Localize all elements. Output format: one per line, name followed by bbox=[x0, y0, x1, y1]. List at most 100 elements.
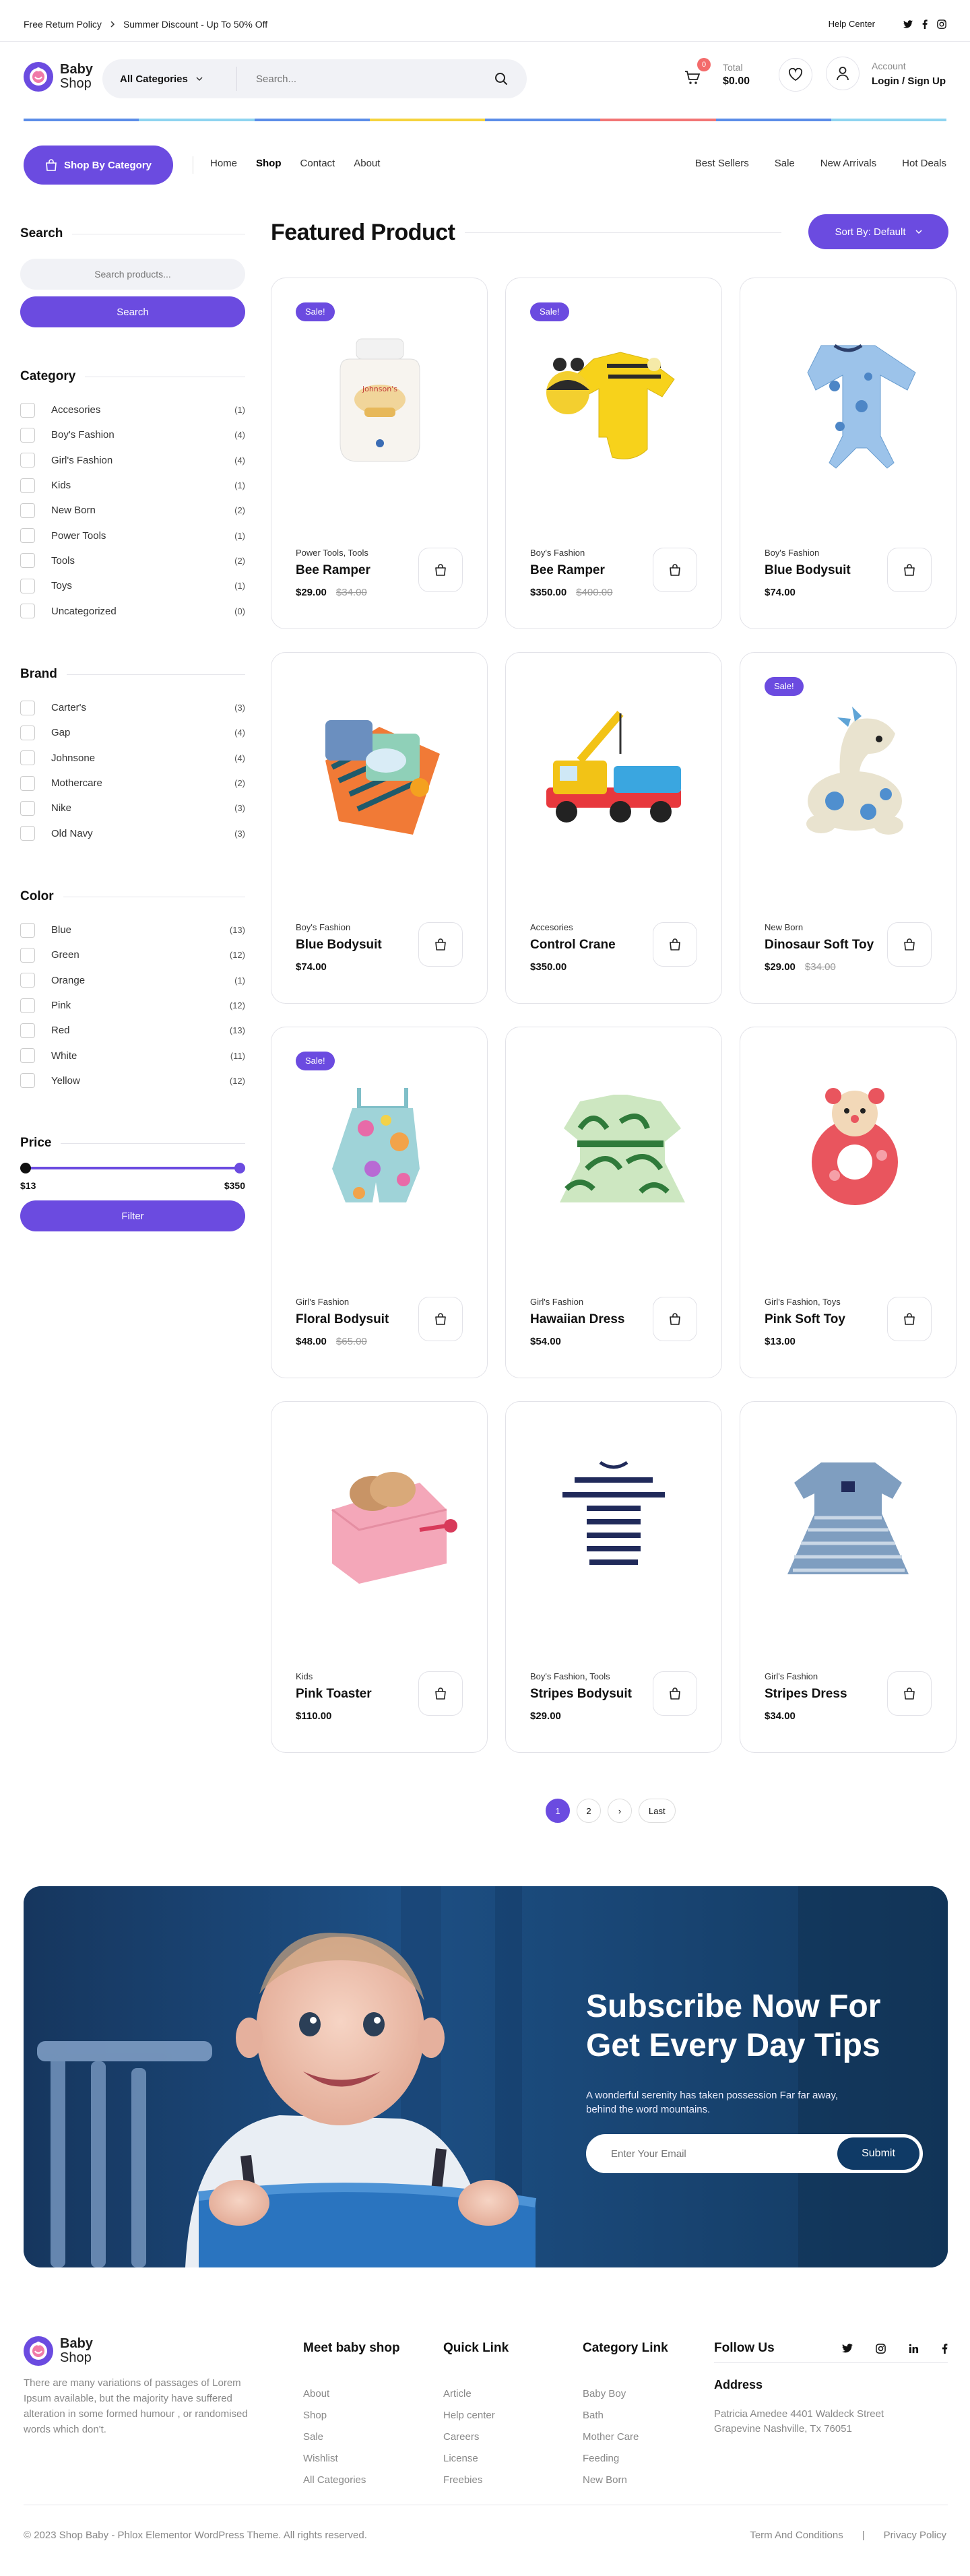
add-to-cart-button[interactable] bbox=[887, 548, 932, 592]
footer-link[interactable]: About bbox=[303, 2388, 400, 2410]
category-filter-item[interactable]: Toys (1) bbox=[20, 573, 245, 598]
product-name[interactable]: Floral Bodysuit bbox=[296, 1312, 389, 1327]
product-card[interactable]: Girl's Fashion Stripes Dress $34.00 bbox=[740, 1401, 957, 1753]
footer-link[interactable]: Freebies bbox=[443, 2474, 509, 2496]
add-to-cart-button[interactable] bbox=[887, 1297, 932, 1341]
checkbox[interactable] bbox=[20, 1023, 35, 1038]
checkbox[interactable] bbox=[20, 973, 35, 988]
pink-ring-toy-image[interactable] bbox=[754, 1061, 944, 1223]
checkbox[interactable] bbox=[20, 922, 35, 938]
footer-link[interactable]: Bath bbox=[583, 2410, 668, 2431]
floral-romper-image[interactable] bbox=[285, 1061, 475, 1223]
color-filter-item[interactable]: Pink (12) bbox=[20, 993, 245, 1018]
brand-filter-item[interactable]: Johnsone (4) bbox=[20, 746, 245, 771]
product-card[interactable]: johnson's Sale! Power Tools, Tools Bee Ramp… bbox=[271, 278, 488, 629]
product-category[interactable]: Boy's Fashion bbox=[296, 922, 350, 932]
checkbox[interactable] bbox=[20, 826, 35, 841]
nav-link-contact[interactable]: Contact bbox=[300, 158, 335, 169]
product-category[interactable]: Power Tools, Tools bbox=[296, 548, 368, 558]
subscribe-submit-button[interactable]: Submit bbox=[837, 2137, 919, 2170]
price-filter-button[interactable]: Filter bbox=[20, 1200, 245, 1231]
product-category[interactable]: Accesories bbox=[530, 922, 573, 932]
product-category[interactable]: Girl's Fashion bbox=[296, 1297, 349, 1307]
account-button[interactable] bbox=[826, 57, 860, 90]
checkbox[interactable] bbox=[20, 1073, 35, 1089]
nav-link-sale[interactable]: Sale bbox=[775, 158, 795, 169]
header-search-input[interactable] bbox=[237, 73, 494, 85]
checkbox[interactable] bbox=[20, 725, 35, 740]
checkbox[interactable] bbox=[20, 578, 35, 593]
checkbox[interactable] bbox=[20, 700, 35, 715]
footer-link[interactable]: Sale bbox=[303, 2431, 400, 2453]
product-category[interactable]: Girl's Fashion bbox=[765, 1671, 818, 1681]
category-filter-item[interactable]: Girl's Fashion (4) bbox=[20, 448, 245, 473]
return-policy-link[interactable]: Free Return Policy bbox=[24, 19, 102, 30]
product-name[interactable]: Pink Toaster bbox=[296, 1687, 372, 1702]
checkbox[interactable] bbox=[20, 1048, 35, 1064]
terms-link[interactable]: Term And Conditions bbox=[750, 2530, 843, 2541]
add-to-cart-button[interactable] bbox=[418, 548, 463, 592]
login-signup-link[interactable]: Login / Sign Up bbox=[872, 75, 946, 87]
checkbox[interactable] bbox=[20, 998, 35, 1013]
category-filter-item[interactable]: Tools (2) bbox=[20, 548, 245, 573]
shop-by-category-button[interactable]: Shop By Category bbox=[24, 146, 173, 185]
pink-toy-toaster-image[interactable] bbox=[285, 1436, 475, 1597]
twitter-icon[interactable] bbox=[903, 20, 913, 28]
wishlist-button[interactable] bbox=[779, 58, 812, 92]
sidebar-search-input[interactable] bbox=[20, 259, 245, 290]
nav-link-hot-deals[interactable]: Hot Deals bbox=[902, 158, 946, 169]
color-filter-item[interactable]: Yellow (12) bbox=[20, 1068, 245, 1093]
checkbox[interactable] bbox=[20, 800, 35, 816]
checkbox[interactable] bbox=[20, 402, 35, 418]
add-to-cart-button[interactable] bbox=[653, 548, 697, 592]
add-to-cart-button[interactable] bbox=[887, 922, 932, 967]
product-name[interactable]: Bee Ramper bbox=[296, 563, 370, 578]
product-card[interactable]: Sale! Boy's Fashion Bee Ramper $350.00 $400.… bbox=[505, 278, 722, 629]
product-card[interactable]: Kids Pink Toaster $110.00 bbox=[271, 1401, 488, 1753]
product-name[interactable]: Blue Bodysuit bbox=[765, 563, 851, 578]
product-card[interactable]: Girl's Fashion Hawaiian Dress $54.00 bbox=[505, 1027, 722, 1378]
product-category[interactable]: New Born bbox=[765, 922, 803, 932]
color-filter-item[interactable]: Green (12) bbox=[20, 942, 245, 967]
add-to-cart-button[interactable] bbox=[887, 1671, 932, 1716]
site-logo[interactable]: Baby Shop bbox=[24, 62, 93, 92]
brand-filter-item[interactable]: Carter's (3) bbox=[20, 695, 245, 720]
checkbox[interactable] bbox=[20, 553, 35, 569]
product-name[interactable]: Bee Ramper bbox=[530, 563, 605, 578]
category-filter-item[interactable]: Boy's Fashion (4) bbox=[20, 422, 245, 447]
page-button[interactable]: 2 bbox=[577, 1799, 601, 1823]
add-to-cart-button[interactable] bbox=[418, 1671, 463, 1716]
nav-link-home[interactable]: Home bbox=[210, 158, 237, 169]
checkbox[interactable] bbox=[20, 528, 35, 544]
dinosaur-plush-image[interactable] bbox=[754, 686, 944, 848]
product-category[interactable]: Kids bbox=[296, 1671, 313, 1681]
footer-link[interactable]: Baby Boy bbox=[583, 2388, 668, 2410]
checkbox[interactable] bbox=[20, 775, 35, 791]
add-to-cart-button[interactable] bbox=[653, 922, 697, 967]
instagram-icon[interactable] bbox=[876, 2343, 886, 2354]
footer-link[interactable]: All Categories bbox=[303, 2474, 400, 2496]
striped-dress-image[interactable] bbox=[754, 1436, 944, 1597]
hawaiian-dress-image[interactable] bbox=[519, 1061, 709, 1223]
search-icon[interactable] bbox=[494, 72, 508, 86]
footer-link[interactable]: Help center bbox=[443, 2410, 509, 2431]
footer-link[interactable]: Mother Care bbox=[583, 2431, 668, 2453]
add-to-cart-button[interactable] bbox=[653, 1297, 697, 1341]
brand-filter-item[interactable]: Gap (4) bbox=[20, 720, 245, 745]
checkbox[interactable] bbox=[20, 947, 35, 963]
sidebar-search-button[interactable]: Search bbox=[20, 296, 245, 327]
add-to-cart-button[interactable] bbox=[418, 1297, 463, 1341]
instagram-icon[interactable] bbox=[937, 19, 946, 29]
product-category[interactable]: Girl's Fashion bbox=[530, 1297, 583, 1307]
category-select[interactable]: All Categories bbox=[102, 67, 237, 91]
footer-link[interactable]: Article bbox=[443, 2388, 509, 2410]
checkbox[interactable] bbox=[20, 604, 35, 619]
nav-link-shop[interactable]: Shop bbox=[256, 158, 282, 169]
blue-bodysuit-image[interactable] bbox=[754, 312, 944, 474]
category-filter-item[interactable]: Accesories (1) bbox=[20, 397, 245, 422]
checkbox[interactable] bbox=[20, 453, 35, 468]
product-card[interactable]: Boy's Fashion Blue Bodysuit $74.00 bbox=[271, 652, 488, 1004]
facebook-icon[interactable] bbox=[922, 19, 928, 29]
yellow-bee-romper-image[interactable] bbox=[519, 312, 709, 474]
page-button[interactable]: 1 bbox=[546, 1799, 570, 1823]
